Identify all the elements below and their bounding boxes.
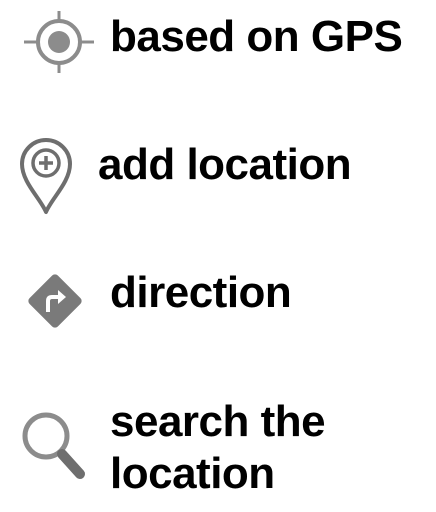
legend-label-gps: based on GPS [110,12,403,61]
gps-target-icon [22,10,96,74]
legend-item-add-location: add location [0,130,436,220]
legend-label-add-location: add location [98,140,352,189]
legend-item-gps: based on GPS [0,0,436,80]
legend-label-search: search the location [110,397,326,498]
search-magnifier-icon [18,408,90,484]
direction-sign-icon [24,270,86,332]
legend-item-direction: direction [0,258,436,338]
legend-item-search: search the location [0,390,436,512]
legend-label-direction: direction [110,268,292,317]
add-location-pin-icon [18,136,74,216]
